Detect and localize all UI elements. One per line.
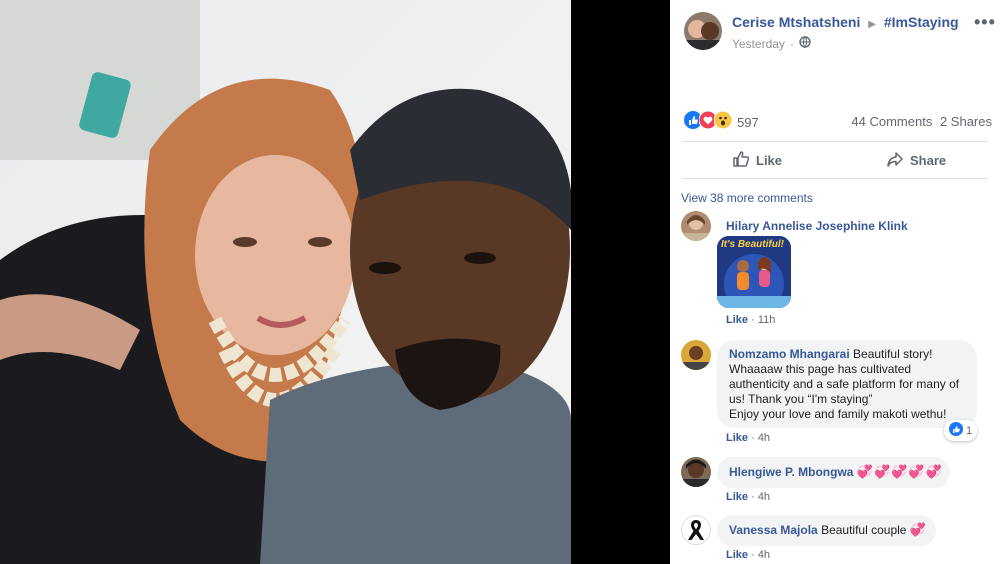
comment-time[interactable]: 4h [758, 432, 770, 444]
post-time[interactable]: Yesterday [732, 37, 785, 51]
ellipsis-icon: ••• [974, 12, 996, 32]
share-button[interactable]: Share [886, 150, 946, 171]
commenter-avatar[interactable] [681, 211, 711, 241]
like-button[interactable]: Like [732, 150, 782, 171]
divider [682, 178, 988, 179]
view-more-comments-link[interactable]: View 38 more comments [681, 191, 813, 205]
comment-author-name[interactable]: Hilary Annelise Josephine Klink [726, 219, 908, 233]
thumbs-up-icon [732, 150, 750, 171]
photo-viewer [0, 0, 670, 564]
commenter-avatar[interactable] [681, 340, 711, 370]
comment-text: authenticity and a safe platform for man… [729, 377, 960, 391]
comment-like-link[interactable]: Like [726, 549, 748, 561]
comment-reaction-count: 1 [966, 424, 973, 437]
like-reaction-icon [949, 422, 963, 439]
comment-text: us! Thank you “I'm staying” [729, 392, 873, 406]
shares-count[interactable]: 2 Shares [940, 114, 992, 129]
post-photo[interactable] [0, 0, 571, 564]
comment-time[interactable]: 4h [758, 491, 770, 503]
comment-bubble: Nomzamo Mhangarai Beautiful story! Whaaa… [717, 340, 977, 428]
engagement-counts: 44 Comments 2 Shares [851, 114, 992, 129]
more-options-button[interactable]: ••• [974, 12, 996, 33]
comment-text: Beautiful couple [821, 523, 907, 537]
comment-meta: Like · 4h [726, 549, 771, 561]
comment-sticker: It's Beautiful! [717, 236, 791, 308]
comment-author-name[interactable]: Nomzamo Mhangarai [729, 347, 850, 361]
group-name[interactable]: #ImStaying [884, 14, 959, 30]
comment-text: Whaaaaw this page has cultivated [729, 362, 912, 376]
commenter-avatar[interactable] [681, 515, 711, 545]
post-meta: Yesterday · [732, 35, 811, 53]
reactions-count: 597 [737, 115, 759, 130]
like-label: Like [756, 153, 783, 168]
commenter-avatar[interactable] [681, 457, 711, 487]
author-avatar[interactable] [684, 12, 722, 50]
comment-author-name[interactable]: Vanessa Majola [729, 523, 818, 537]
share-arrow-icon [886, 150, 904, 171]
comment-time[interactable]: 4h [758, 549, 770, 561]
comment-bubble: Vanessa Majola Beautiful couple 💞 [717, 515, 936, 546]
comment-meta: Like · 4h [726, 491, 771, 503]
comment-time[interactable]: 11h [758, 314, 776, 326]
comment-meta: Like · 4h [726, 432, 771, 444]
comment-text: Enjoy your love and family makoti wethu! [729, 407, 947, 421]
comment-meta: Like · 11h [726, 314, 776, 326]
post-side-panel: Cerise Mtshatsheni ▶ #ImStaying Yesterda… [670, 0, 1000, 564]
comment-like-link[interactable]: Like [726, 314, 748, 326]
comment-like-link[interactable]: Like [726, 491, 748, 503]
share-label: Share [910, 153, 947, 168]
comment-reactions-badge[interactable]: 1 [944, 420, 978, 441]
caret-right-icon: ▶ [868, 19, 876, 30]
reactions-summary[interactable]: 597 [684, 110, 759, 134]
globe-icon [799, 35, 811, 53]
wow-reaction-icon [713, 110, 733, 134]
mourning-ribbon-icon [688, 520, 704, 540]
hearts-emoji: 💞 [909, 522, 927, 537]
comment-bubble: Hlengiwe P. Mbongwa 💞💞💞💞💞 [717, 457, 950, 488]
sticker-caption: It's Beautiful! [721, 239, 784, 250]
author-name[interactable]: Cerise Mtshatsheni [732, 14, 860, 30]
comment-author-name[interactable]: Hlengiwe P. Mbongwa [729, 465, 853, 479]
divider [682, 141, 988, 142]
hearts-emoji: 💞💞💞💞💞 [856, 464, 943, 479]
post-header-title: Cerise Mtshatsheni ▶ #ImStaying [732, 14, 959, 30]
comment-text: Beautiful story! [853, 347, 933, 361]
comments-count[interactable]: 44 Comments [851, 114, 932, 129]
comment-like-link[interactable]: Like [726, 432, 748, 444]
